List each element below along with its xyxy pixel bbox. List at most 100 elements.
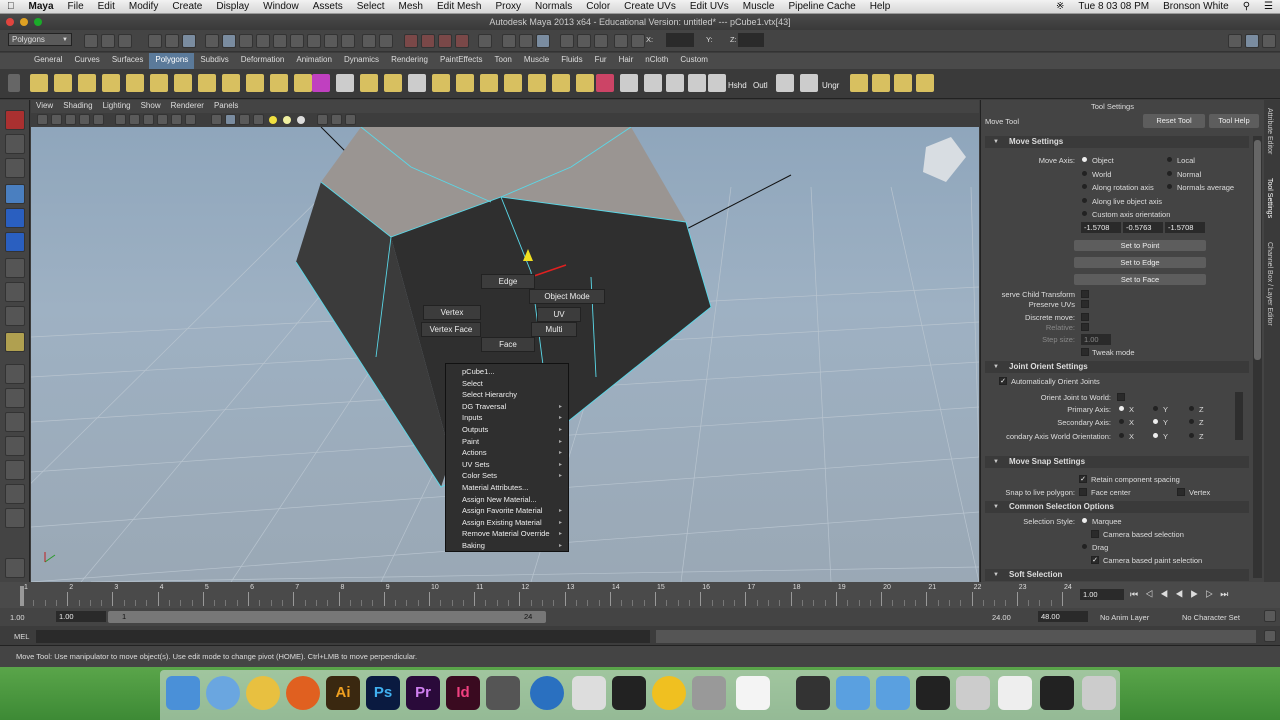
- axis-normal-radio[interactable]: [1167, 171, 1172, 176]
- set-to-edge-button[interactable]: Set to Edge: [1074, 257, 1206, 268]
- poly-platonic-icon[interactable]: [294, 74, 312, 92]
- select-hierarchy-icon[interactable]: [148, 34, 162, 48]
- booleans-icon[interactable]: [408, 74, 426, 92]
- play-forwards-icon[interactable]: ▶: [1190, 589, 1205, 599]
- step-back-key-icon[interactable]: ◁: [1145, 589, 1160, 599]
- clock[interactable]: Tue 8 03 08 PM: [1071, 1, 1156, 12]
- poly-cube-icon[interactable]: [54, 74, 72, 92]
- secworld-z-radio[interactable]: [1189, 433, 1194, 438]
- reset-tool-button[interactable]: Reset Tool: [1143, 114, 1205, 128]
- chrome-icon[interactable]: [246, 676, 280, 710]
- start-time-field[interactable]: 1.00: [10, 613, 25, 622]
- universal-manipulator-icon[interactable]: [5, 258, 25, 278]
- poly-helix-icon[interactable]: [246, 74, 264, 92]
- mel-input[interactable]: [36, 630, 650, 643]
- primary-x-radio[interactable]: [1119, 406, 1124, 411]
- marking-menu-object-mode[interactable]: Object Mode: [529, 289, 605, 304]
- bluetooth-icon[interactable]: ※: [1049, 1, 1071, 12]
- smooth-shade-icon[interactable]: [225, 114, 236, 125]
- scrollbar-thumb[interactable]: [1254, 140, 1261, 360]
- absolute-transform-icon[interactable]: [631, 34, 645, 48]
- context-menu-item[interactable]: UV Sets: [462, 460, 490, 469]
- secondary-x-radio[interactable]: [1119, 419, 1124, 424]
- poly-sphere-icon[interactable]: [30, 74, 48, 92]
- marking-menu-vertex[interactable]: Vertex: [423, 305, 481, 320]
- duplicate-icon[interactable]: [894, 74, 912, 92]
- document-stack-icon[interactable]: [956, 676, 990, 710]
- current-time-marker[interactable]: [20, 586, 24, 606]
- hypershade-layout-icon[interactable]: [5, 460, 25, 480]
- screenshot-thumbnail-icon[interactable]: [916, 676, 950, 710]
- select-object-icon[interactable]: [165, 34, 179, 48]
- menu-edit-mesh[interactable]: Edit Mesh: [430, 1, 488, 12]
- poly-prism-icon[interactable]: [174, 74, 192, 92]
- secondary-y-radio[interactable]: [1153, 419, 1158, 424]
- illustrator-icon[interactable]: Ai: [326, 676, 360, 710]
- shelf-label-ungr[interactable]: Ungr: [822, 81, 839, 90]
- menu-normals[interactable]: Normals: [528, 1, 579, 12]
- menu-display[interactable]: Display: [209, 1, 256, 12]
- bookmarks-icon[interactable]: [65, 114, 76, 125]
- gate-mask-icon[interactable]: [143, 114, 154, 125]
- axis-live-radio[interactable]: [1082, 198, 1087, 203]
- shelf-label-outl[interactable]: Outl: [753, 81, 768, 90]
- shelf-tab-general[interactable]: General: [28, 53, 68, 69]
- script-editor-icon[interactable]: [1264, 630, 1276, 642]
- lock-selection-icon[interactable]: [341, 34, 355, 48]
- misc-mask-icon[interactable]: [324, 34, 338, 48]
- folder-icon[interactable]: [836, 676, 870, 710]
- collapse-icon[interactable]: [666, 74, 684, 92]
- animation-preferences-icon[interactable]: [1264, 610, 1276, 622]
- menu-file[interactable]: File: [61, 1, 91, 12]
- step-back-frame-icon[interactable]: ◀: [1160, 589, 1175, 599]
- safe-action-icon[interactable]: [171, 114, 182, 125]
- input-line-mode-icon[interactable]: [577, 34, 591, 48]
- panel-menu-renderer[interactable]: Renderer: [166, 100, 209, 113]
- step-forward-frame-icon[interactable]: ▷: [1205, 589, 1220, 599]
- isolate-select-icon[interactable]: [317, 114, 328, 125]
- premiere-icon[interactable]: Pr: [406, 676, 440, 710]
- shelf-tab-hair[interactable]: Hair: [613, 53, 640, 69]
- poly-cone-icon[interactable]: [102, 74, 120, 92]
- tweak-mode-checkbox[interactable]: [1081, 348, 1089, 356]
- tool-help-button[interactable]: Tool Help: [1209, 114, 1259, 128]
- apple-icon[interactable]: : [0, 1, 22, 12]
- shelf-tab-surfaces[interactable]: Surfaces: [106, 53, 150, 69]
- app-menu[interactable]: Maya: [22, 1, 61, 12]
- soften-edge-icon[interactable]: [688, 74, 706, 92]
- menu-window[interactable]: Window: [256, 1, 306, 12]
- document-icon[interactable]: [736, 676, 770, 710]
- go-to-end-icon[interactable]: ⏭: [1220, 589, 1235, 599]
- shelf-label-hshd[interactable]: Hshd: [728, 81, 747, 90]
- move-tool-icon[interactable]: [5, 184, 25, 204]
- tool-settings-tab[interactable]: Tool Settings: [1266, 178, 1273, 218]
- grid-stack-icon[interactable]: [998, 676, 1032, 710]
- safe-title-icon[interactable]: [185, 114, 196, 125]
- panel-menu-view[interactable]: View: [31, 100, 58, 113]
- context-menu-item[interactable]: Assign Favorite Material: [462, 506, 542, 515]
- context-menu-item[interactable]: Inputs: [462, 413, 482, 422]
- parent-icon[interactable]: [872, 74, 890, 92]
- preserve-child-checkbox[interactable]: [1081, 290, 1089, 298]
- menu-modify[interactable]: Modify: [122, 1, 165, 12]
- shelf-tab-polygons[interactable]: Polygons: [149, 53, 195, 69]
- handles-mask-icon[interactable]: [307, 34, 321, 48]
- shelf-tab-toon[interactable]: Toon: [489, 53, 518, 69]
- axis-world-radio[interactable]: [1082, 171, 1087, 176]
- context-menu-item[interactable]: Assign New Material...: [462, 495, 537, 504]
- z-field[interactable]: [738, 33, 764, 47]
- primary-z-radio[interactable]: [1189, 406, 1194, 411]
- snap-grid-icon[interactable]: [362, 34, 376, 48]
- time-slider[interactable]: 1 2 3 4 5 6 7 8 9 10 11 12 13 14 15 16 17 18 19 20 21 22 23 24 …: [0, 582, 1280, 608]
- xray-joints-icon[interactable]: [345, 114, 356, 125]
- panel-menu-panels[interactable]: Panels: [209, 100, 243, 113]
- x-field[interactable]: [666, 33, 694, 47]
- relative-checkbox[interactable]: [1081, 323, 1089, 331]
- marking-menu-vertex-face[interactable]: Vertex Face: [421, 322, 481, 337]
- poly-pipe-icon[interactable]: [222, 74, 240, 92]
- select-component-icon[interactable]: [182, 34, 196, 48]
- shelf-tab-fluids[interactable]: Fluids: [555, 53, 588, 69]
- play-backwards-icon[interactable]: ◀: [1175, 589, 1190, 599]
- shelf-tab-custom[interactable]: Custom: [674, 53, 714, 69]
- combine-icon[interactable]: [312, 74, 330, 92]
